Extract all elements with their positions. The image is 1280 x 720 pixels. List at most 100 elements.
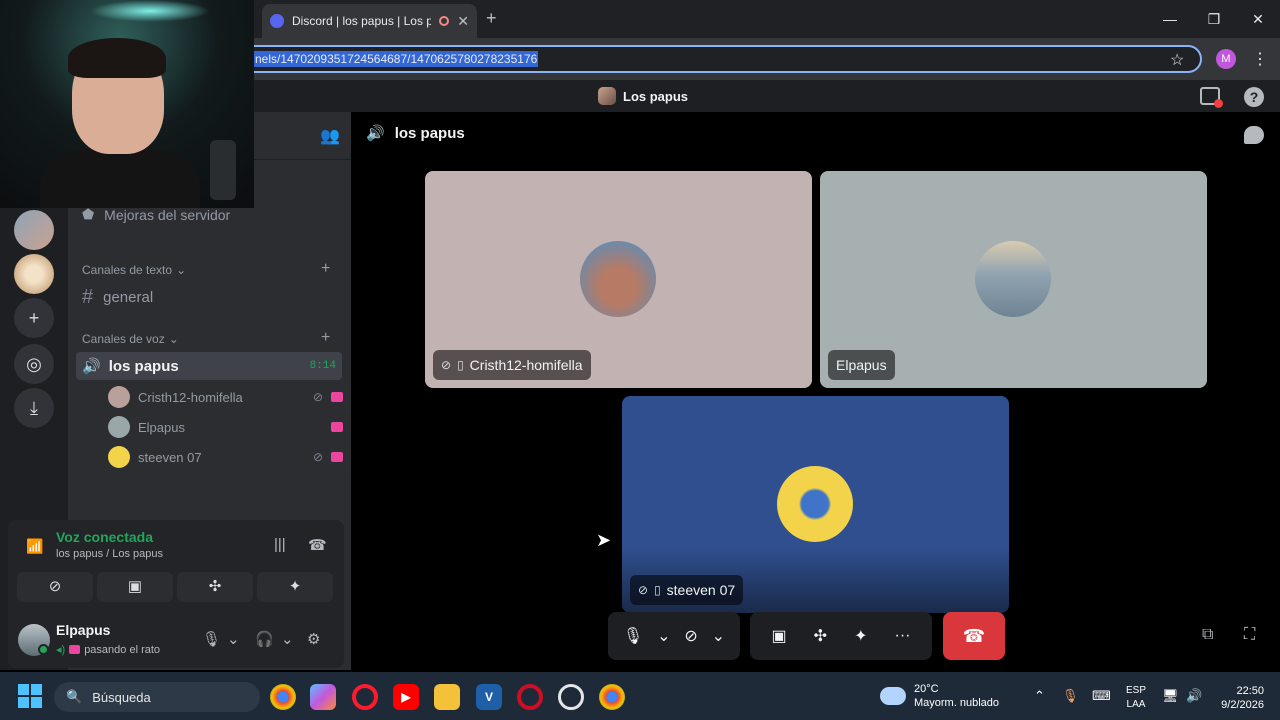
signal-icon[interactable]: 📶 [26,538,43,555]
explore-compass-icon[interactable]: ◎ [14,344,54,384]
voice-channels-category[interactable]: Canales de voz ⌄ [82,332,179,346]
youtube-icon[interactable]: ▶ [393,684,419,710]
voice-status[interactable]: Voz conectada [56,529,153,545]
profile-avatar[interactable]: M [1216,49,1236,69]
hang-up-button[interactable]: ☎ [943,612,1005,660]
browser-menu-icon[interactable]: ⋮ [1252,49,1268,69]
video-tile[interactable]: Elpapus [820,171,1207,388]
copilot-icon[interactable] [310,684,336,710]
text-channels-category[interactable]: Canales de texto ⌄ [82,263,186,277]
channel-general[interactable]: # general [82,286,153,309]
video-tile[interactable]: ⊘ ▯ steeven 07 [622,396,1009,613]
avatar [108,416,130,438]
fullscreen-icon[interactable]: ⛶ [1244,626,1255,644]
chevron-down-icon[interactable]: ⌄ [657,626,670,646]
soundboard-button[interactable]: ✦ [257,572,333,602]
language-indicator[interactable]: ESP LAA [1126,684,1146,712]
microphone-icon[interactable]: 🎙 [623,626,643,646]
tab-close-icon[interactable]: ✕ [457,13,469,30]
voice-location[interactable]: los papus / Los papus [56,548,163,560]
chevron-down-icon[interactable]: ⌄ [281,630,294,648]
popout-icon[interactable]: ⧉ [1202,626,1213,644]
participant-name: Cristh12-homifella [469,357,583,373]
settings-gear-icon[interactable]: ⚙ [307,630,320,648]
share-controls: ▣ ✣ ✦ ··· [750,612,932,660]
mic-controls: 🎙 ⌄ ⊘ ⌄ [608,612,740,660]
disconnect-icon[interactable]: ☎ [308,536,327,554]
minimize-button[interactable]: — [1148,0,1192,38]
obs-icon[interactable] [558,684,584,710]
voice-user-row[interactable]: steeven 07 ⊘ [108,444,343,470]
call-header: 🔊 los papus [366,124,465,143]
video-tile[interactable]: ⊘ ▯ Cristh12-homifella [425,171,812,388]
screen-share-button[interactable]: ▣ [97,572,173,602]
camera-toggle-button[interactable]: ⊘ [17,572,93,602]
speaking-icon: ◂) [56,644,66,656]
opera-icon[interactable] [352,684,378,710]
microphone-tray-icon[interactable]: 🎙 [1062,688,1079,704]
opera-gx-icon[interactable] [517,684,543,710]
weather-widget[interactable]: 20°C Mayorm. nublado [880,682,999,710]
search-icon: 🔍 [66,689,83,704]
clock-time: 22:50 [1236,685,1264,697]
microphone-icon[interactable]: 🎙 [202,630,221,648]
camera-off-icon: ⊘ [441,358,452,372]
vegas-icon[interactable]: V [476,684,502,710]
headphones-icon[interactable]: 🎧 [255,630,274,648]
activities-button[interactable]: ✣ [177,572,253,602]
chrome-icon[interactable] [270,684,296,710]
add-text-channel-icon[interactable]: + [321,260,330,278]
server-icon-2[interactable] [14,254,54,294]
avatar [777,466,853,542]
voice-channel-los-papus[interactable]: 🔊 los papus 8:14 [76,352,342,380]
chat-bubble-icon[interactable] [1244,126,1264,144]
new-tab-button[interactable]: + [486,8,497,29]
chevron-up-icon[interactable]: ⌃ [1034,688,1045,704]
url-text[interactable]: nels/1470209351724564687/147062578027823… [254,51,539,67]
chevron-down-icon[interactable]: ⌄ [712,626,725,646]
voice-user-row[interactable]: Cristh12-homifella ⊘ [108,384,343,410]
close-window-button[interactable]: ✕ [1236,0,1280,38]
camera-off-icon[interactable]: ⊘ [684,626,697,646]
noise-suppression-icon[interactable]: ||| [274,536,286,553]
volume-icon[interactable]: 🔊 [1186,688,1202,704]
voice-user-name: Cristh12-homifella [138,389,243,405]
hash-icon: # [82,286,94,308]
inbox-icon[interactable] [1200,87,1223,108]
download-icon[interactable]: ⤓ [14,388,54,428]
camera-off-icon: ⊘ [312,450,323,464]
voice-user-row[interactable]: Elpapus [108,414,343,440]
browser-tab[interactable]: Discord | los papus | Los papus ✕ [262,4,477,38]
server-title: Los papus [598,87,688,105]
chrome-profile-icon[interactable] [599,684,625,710]
voice-user-name: steeven 07 [138,449,202,465]
screen-share-icon[interactable]: ▣ [772,626,787,646]
invite-people-icon[interactable]: 👥 [320,126,340,146]
add-voice-channel-icon[interactable]: + [321,329,330,347]
soundboard-icon[interactable]: ✦ [854,626,867,646]
boost-shield-icon: ⬟ [82,206,95,222]
participant-name: steeven 07 [666,582,736,598]
live-stream-icon [331,392,343,402]
server-icon-1[interactable] [14,210,54,250]
file-explorer-icon[interactable] [434,684,460,710]
text-category-label: Canales de texto [82,263,173,277]
taskbar-search[interactable]: 🔍 Búsqueda [54,682,260,712]
user-name[interactable]: Elpapus [56,622,110,638]
clock[interactable]: 22:50 9/2/2026 [1214,684,1264,712]
online-status-dot [38,644,49,655]
user-panel [8,612,344,668]
activities-icon[interactable]: ✣ [814,626,827,646]
windows-start-icon[interactable] [18,684,42,708]
more-options-icon[interactable]: ··· [894,627,910,645]
voice-channel-name: los papus [108,357,179,375]
participant-name: Elpapus [836,357,887,373]
help-icon[interactable]: ? [1244,87,1264,107]
chevron-down-icon[interactable]: ⌄ [227,630,240,648]
network-icon[interactable]: 🖥 [1162,688,1179,704]
bookmark-star-icon[interactable]: ☆ [1170,50,1184,70]
add-server-icon[interactable]: + [14,298,54,338]
keyboard-icon[interactable]: ⌨ [1092,688,1111,704]
server-boost-item[interactable]: ⬟ Mejoras del servidor [82,206,230,223]
restore-button[interactable]: ❐ [1192,0,1236,38]
